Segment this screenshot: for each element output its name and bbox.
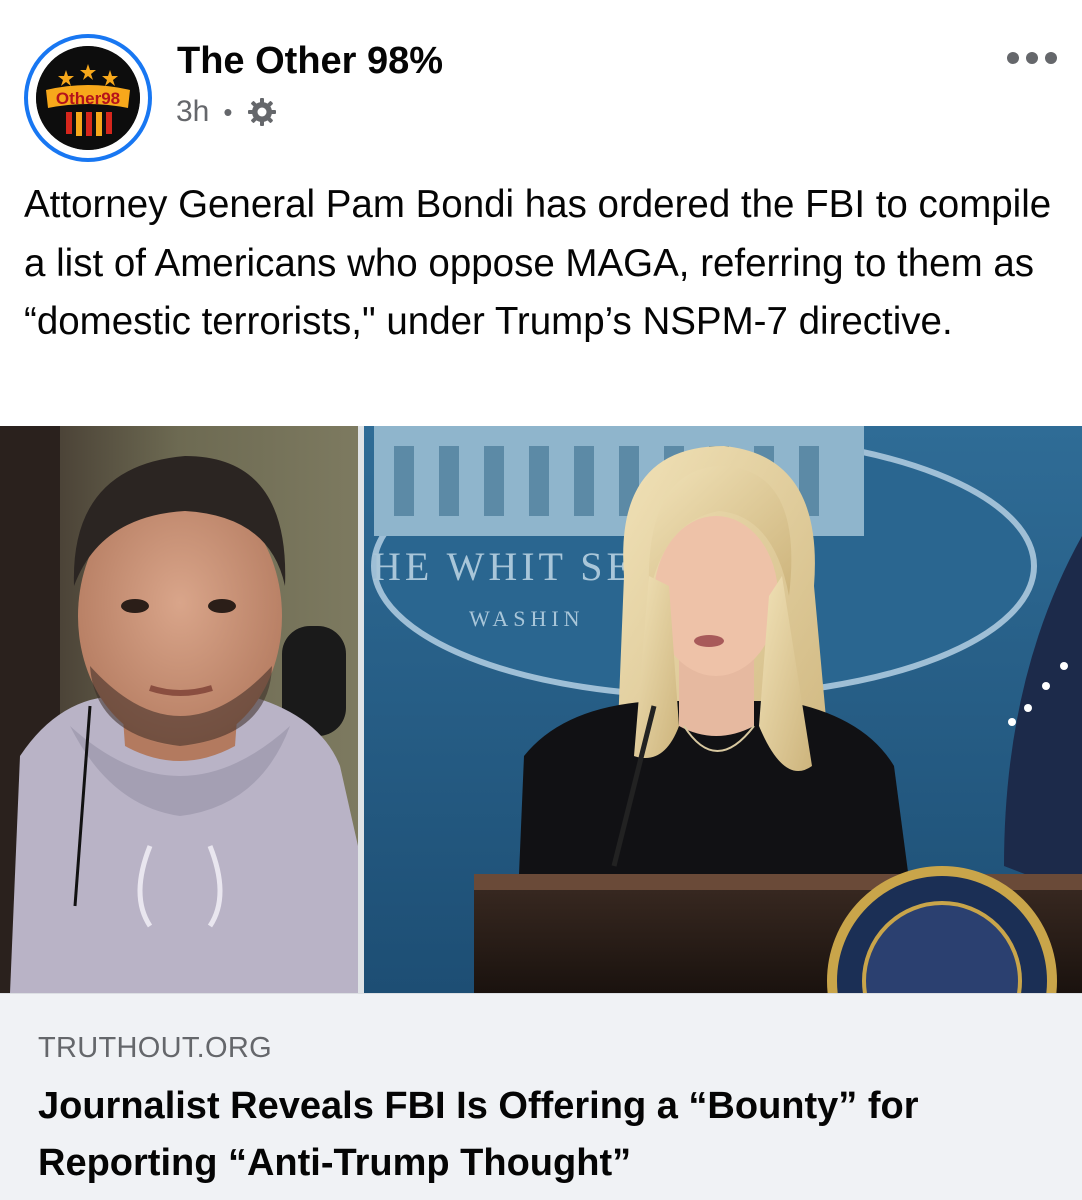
avatar-text: Other98 [56, 89, 120, 108]
gear-icon[interactable] [246, 96, 278, 128]
journalist-photo [0, 426, 358, 993]
sign-text-bottom: WASHIN [469, 606, 585, 631]
post-timestamp[interactable]: 3h [176, 95, 209, 129]
more-horizontal-icon [1007, 52, 1057, 64]
page-name-link[interactable]: The Other 98% [177, 40, 443, 83]
post-caption: Attorney General Pam Bondi has ordered t… [24, 183, 1052, 343]
meta-separator: • [223, 96, 233, 127]
link-domain: TRUTHOUT.ORG [38, 1032, 272, 1064]
link-preview-footer[interactable]: TRUTHOUT.ORG Journalist Reveals FBI Is O… [0, 993, 1082, 1200]
other98-logo: Other98 [36, 46, 140, 150]
more-options-button[interactable] [1004, 44, 1060, 72]
facebook-post: Other98 The Other 98% 3h • Attorney Gene… [0, 0, 1082, 1200]
link-preview-image[interactable]: HE WHIT SE WASHIN [0, 426, 1082, 993]
post-header: Other98 The Other 98% 3h • [0, 0, 1082, 162]
link-title[interactable]: Journalist Reveals FBI Is Offering a “Bo… [38, 1078, 1048, 1192]
sign-text-top: HE WHIT SE [372, 544, 635, 589]
post-meta: 3h • [176, 92, 278, 132]
press-briefing-photo: HE WHIT SE WASHIN [364, 426, 1082, 993]
other98-logo-graphic: Other98 [36, 46, 140, 150]
page-avatar[interactable]: Other98 [24, 34, 152, 162]
